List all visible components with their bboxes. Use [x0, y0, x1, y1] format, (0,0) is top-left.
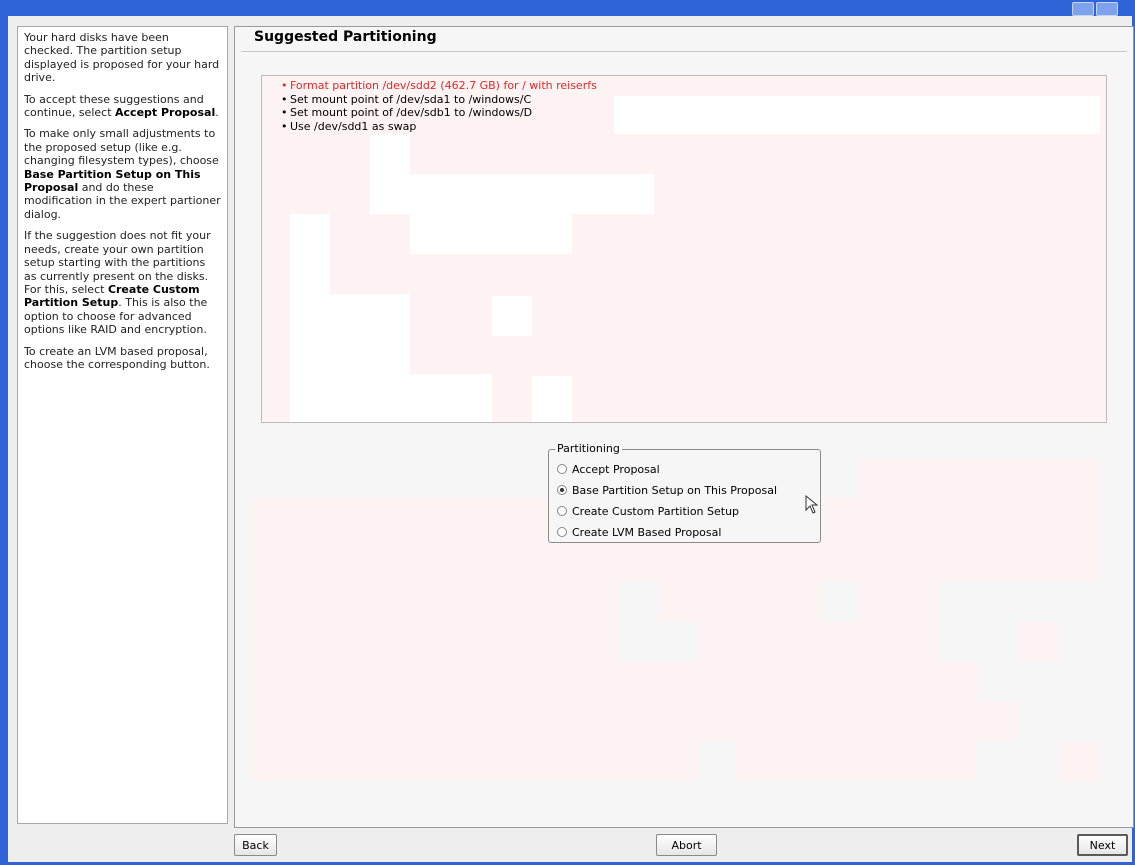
radio-label: Base Partition Setup on This Proposal: [572, 483, 777, 497]
render-artifact: [1018, 621, 1058, 661]
render-artifact: [858, 581, 938, 781]
title-divider: [241, 51, 1127, 52]
render-artifact: [938, 661, 978, 741]
render-artifact: [498, 581, 618, 781]
help-text-bold: Accept Proposal: [115, 106, 216, 120]
render-artifact: [492, 296, 532, 336]
render-artifact: [290, 294, 410, 374]
abort-button[interactable]: Abort: [656, 834, 717, 856]
render-artifact: [252, 497, 498, 781]
next-button[interactable]: Next: [1077, 834, 1128, 856]
radio-label: Create Custom Partition Setup: [572, 504, 740, 518]
render-artifact: [370, 134, 410, 174]
help-panel: Your hard disks have been checked. The p…: [17, 26, 228, 824]
window-border-left: [0, 16, 8, 865]
render-artifact: [1060, 741, 1100, 781]
radio-label: Create LVM Based Proposal: [572, 525, 722, 539]
button-label: Abort: [671, 838, 702, 852]
help-paragraph-1: Your hard disks have been checked. The p…: [24, 31, 220, 85]
page-title: Suggested Partitioning: [254, 29, 437, 45]
radio-button[interactable]: [557, 464, 567, 474]
window-title-bar: [0, 0, 1135, 16]
help-paragraph-5: To create an LVM based proposal, choose …: [24, 344, 210, 371]
render-artifact: [618, 661, 698, 781]
radio-create-custom-partition-setup[interactable]: Create Custom Partition Setup: [557, 502, 739, 520]
radio-button[interactable]: [557, 506, 567, 516]
proposal-item: Use /dev/sdd1 as swap: [281, 120, 1106, 134]
radio-create-lvm-proposal[interactable]: Create LVM Based Proposal: [557, 523, 721, 541]
render-artifact: [978, 701, 1018, 741]
proposal-list: Format partition /dev/sdd2 (462.7 GB) fo…: [262, 76, 1106, 133]
radio-base-partition-setup[interactable]: Base Partition Setup on This Proposal: [557, 481, 777, 499]
render-artifact: [858, 459, 1100, 581]
proposal-item: Format partition /dev/sdd2 (462.7 GB) fo…: [281, 79, 1106, 93]
button-label: Next: [1089, 838, 1116, 852]
maximize-button[interactable]: [1096, 2, 1118, 16]
radio-accept-proposal[interactable]: Accept Proposal: [557, 460, 660, 478]
group-title: Partitioning: [555, 442, 622, 456]
render-artifact: [532, 376, 572, 422]
render-artifact: [290, 214, 330, 294]
main-panel: Suggested Partitioning Format partition …: [234, 26, 1134, 828]
radio-button[interactable]: [557, 485, 567, 495]
partitioning-group: Partitioning Accept Proposal Base Partit…: [548, 442, 821, 543]
help-paragraph-3: To make only small adjustments to the pr…: [24, 127, 221, 221]
radio-button[interactable]: [557, 527, 567, 537]
radio-label: Accept Proposal: [572, 462, 660, 476]
render-artifact: [736, 741, 976, 781]
button-label: Back: [242, 838, 269, 852]
minimize-button[interactable]: [1072, 2, 1094, 16]
help-paragraph-4: If the suggestion does not fit your need…: [24, 229, 221, 336]
back-button[interactable]: Back: [234, 834, 277, 856]
proposal-summary[interactable]: Format partition /dev/sdd2 (462.7 GB) fo…: [261, 75, 1107, 423]
render-artifact: [698, 621, 858, 741]
render-artifact: [410, 214, 572, 254]
help-paragraph-2: To accept these suggestions and continue…: [24, 93, 221, 120]
render-artifact: [290, 374, 492, 422]
render-artifact: [658, 581, 820, 621]
help-text: .: [215, 106, 219, 120]
proposal-item: Set mount point of /dev/sdb1 to /windows…: [281, 106, 1106, 120]
help-text: To make only small adjustments to the pr…: [24, 127, 219, 168]
mouse-pointer-icon: [805, 495, 819, 514]
render-artifact: [370, 174, 654, 214]
proposal-item: Set mount point of /dev/sda1 to /windows…: [281, 93, 1106, 107]
